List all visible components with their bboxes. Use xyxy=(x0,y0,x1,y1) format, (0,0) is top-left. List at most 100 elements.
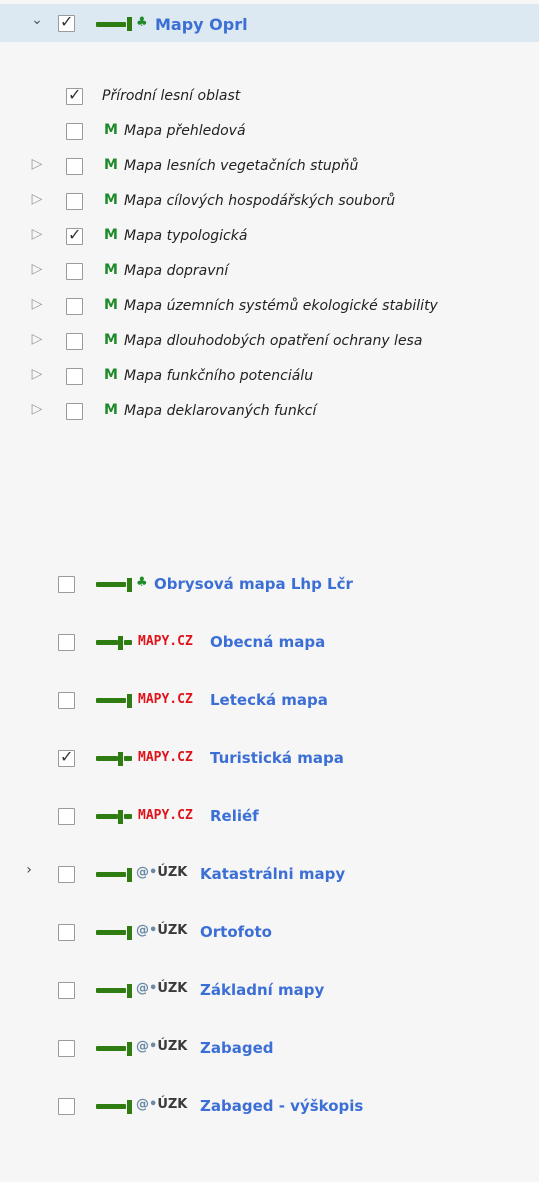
layer-checkbox[interactable] xyxy=(58,692,75,709)
layer-bar-icon xyxy=(96,756,118,761)
sublayer-checkbox[interactable] xyxy=(66,298,83,315)
layer-checkbox[interactable] xyxy=(58,1098,75,1115)
sublayer-item[interactable]: ▷ M Mapa cílových hospodářských souborů xyxy=(0,187,539,223)
check-icon: ✓ xyxy=(60,12,74,31)
layer-bar-end-icon xyxy=(127,868,132,882)
sublayer-item[interactable]: ✓ Přírodní lesní oblast xyxy=(0,82,539,118)
layer-bar-end-icon xyxy=(118,810,123,824)
layer-item[interactable]: @•ÚZK Ortofoto xyxy=(0,914,539,950)
layer-checkbox[interactable] xyxy=(58,1040,75,1057)
sublayer-checkbox[interactable] xyxy=(66,263,83,280)
sublayer-label[interactable]: Mapa přehledová xyxy=(124,123,246,139)
layer-checkbox[interactable] xyxy=(58,808,75,825)
tree-icon: ♣ xyxy=(136,15,148,30)
sublayer-item[interactable]: ▷ M Mapa lesních vegetačních stupňů xyxy=(0,152,539,188)
expand-arrow-icon[interactable]: ▷ xyxy=(30,366,44,382)
expand-arrow-icon[interactable]: ▷ xyxy=(30,191,44,207)
map-badge-icon: M xyxy=(104,227,118,243)
expand-arrow-icon[interactable]: ▷ xyxy=(30,226,44,242)
sublayer-item[interactable]: ▷ M Mapa dlouhodobých opatření ochrany les… xyxy=(0,327,539,363)
layer-label[interactable]: Reliéf xyxy=(210,807,259,825)
cuzk-emblem-icon: @• xyxy=(136,1039,158,1054)
group-checkbox[interactable]: ✓ xyxy=(58,12,75,32)
sublayer-checkbox[interactable] xyxy=(66,333,83,350)
layer-item[interactable]: MAPY.CZ Obecná mapa xyxy=(0,624,539,660)
cuzk-logo: @•ÚZK xyxy=(136,865,188,880)
sublayer-label[interactable]: Mapa cílových hospodářských souborů xyxy=(124,193,395,209)
layer-checkbox[interactable]: ✓ xyxy=(58,747,75,767)
expand-arrow-icon[interactable]: ▷ xyxy=(30,296,44,312)
sublayer-label[interactable]: Mapa deklarovaných funkcí xyxy=(124,403,316,419)
sublayer-label[interactable]: Mapa typologická xyxy=(124,228,247,244)
group-label[interactable]: Mapy Oprl xyxy=(155,15,248,34)
sublayer-item[interactable]: ▷ M Mapa deklarovaných funkcí xyxy=(0,397,539,433)
map-badge-icon: M xyxy=(104,332,118,348)
map-badge-icon: M xyxy=(104,402,118,418)
layer-label[interactable]: Obrysová mapa Lhp Lčr xyxy=(154,575,353,593)
check-icon: ✓ xyxy=(68,225,82,244)
layer-label[interactable]: Turistická mapa xyxy=(210,749,344,767)
layer-bar-end-icon xyxy=(127,926,132,940)
layer-item[interactable]: ✓ MAPY.CZ Turistická mapa xyxy=(0,740,539,776)
sublayer-label[interactable]: Mapa funkčního potenciálu xyxy=(124,368,313,384)
sublayer-checkbox[interactable] xyxy=(66,158,83,175)
layer-item[interactable]: MAPY.CZ Reliéf xyxy=(0,798,539,834)
cuzk-emblem-icon: @• xyxy=(136,981,158,996)
layer-label[interactable]: Ortofoto xyxy=(200,923,272,941)
layer-checkbox[interactable] xyxy=(58,982,75,999)
layer-group-mapy-oprl[interactable]: ⌄ ✓ ♣ Mapy Oprl xyxy=(0,4,539,42)
cuzk-logo: @•ÚZK xyxy=(136,923,188,938)
sublayer-label[interactable]: Mapa dopravní xyxy=(124,263,228,279)
layer-checkbox[interactable] xyxy=(58,866,75,883)
layer-checkbox[interactable] xyxy=(58,634,75,651)
sublayer-item[interactable]: ▷ ✓ M Mapa typologická xyxy=(0,222,539,258)
sublayer-checkbox[interactable] xyxy=(66,368,83,385)
chevron-right-icon[interactable]: › xyxy=(22,862,36,878)
sublayer-label[interactable]: Mapa dlouhodobých opatření ochrany lesa xyxy=(124,333,422,349)
layer-bar-end-icon xyxy=(118,636,123,650)
mapy-cz-logo: MAPY.CZ xyxy=(138,692,193,707)
mapy-cz-logo: MAPY.CZ xyxy=(138,808,193,823)
expand-arrow-icon[interactable]: ▷ xyxy=(30,261,44,277)
layer-checkbox[interactable] xyxy=(58,924,75,941)
layer-label[interactable]: Obecná mapa xyxy=(210,633,325,651)
sublayer-checkbox[interactable] xyxy=(66,403,83,420)
layer-bar-end-icon xyxy=(118,752,123,766)
sublayer-checkbox[interactable] xyxy=(66,123,83,140)
layer-label[interactable]: Zabaged - výškopis xyxy=(200,1097,363,1115)
sublayer-item[interactable]: ▷ M Mapa územních systémů ekologické stabi… xyxy=(0,292,539,328)
layer-item[interactable]: @•ÚZK Zabaged - výškopis xyxy=(0,1088,539,1124)
sublayer-item[interactable]: ▷ M Mapa dopravní xyxy=(0,257,539,293)
layer-bar-end-icon xyxy=(127,578,132,592)
layer-item[interactable]: @•ÚZK Základní mapy xyxy=(0,972,539,1008)
sublayer-checkbox[interactable] xyxy=(66,193,83,210)
expand-arrow-icon[interactable]: ▷ xyxy=(30,331,44,347)
sublayer-label[interactable]: Přírodní lesní oblast xyxy=(102,88,240,104)
sublayer-label[interactable]: Mapa územních systémů ekologické stabili… xyxy=(124,298,438,314)
layer-label[interactable]: Zabaged xyxy=(200,1039,274,1057)
sublayer-checkbox[interactable]: ✓ xyxy=(66,85,83,105)
layer-item[interactable]: MAPY.CZ Letecká mapa xyxy=(0,682,539,718)
layer-checkbox[interactable] xyxy=(58,576,75,593)
sublayer-checkbox[interactable]: ✓ xyxy=(66,225,83,245)
layer-bar-tail-icon xyxy=(124,756,132,761)
sublayer-label[interactable]: Mapa lesních vegetačních stupňů xyxy=(124,158,358,174)
layer-bar-end-icon xyxy=(127,1100,132,1114)
cuzk-emblem-icon: @• xyxy=(136,923,158,938)
sublayer-item[interactable]: M Mapa přehledová xyxy=(0,117,539,153)
expand-arrow-icon[interactable]: ▷ xyxy=(30,156,44,172)
map-badge-icon: M xyxy=(104,367,118,383)
layer-bar-icon xyxy=(96,1104,126,1109)
layer-label[interactable]: Letecká mapa xyxy=(210,691,328,709)
layer-label[interactable]: Katastrálni mapy xyxy=(200,865,345,883)
tree-icon: ♣ xyxy=(136,575,148,590)
layer-bar-icon xyxy=(96,640,118,645)
expand-arrow-icon[interactable]: ▷ xyxy=(30,401,44,417)
chevron-down-icon[interactable]: ⌄ xyxy=(30,12,44,28)
layer-label[interactable]: Základní mapy xyxy=(200,981,324,999)
layer-item[interactable]: › @•ÚZK Katastrálni mapy xyxy=(0,856,539,892)
sublayer-item[interactable]: ▷ M Mapa funkčního potenciálu xyxy=(0,362,539,398)
layer-item[interactable]: ♣ Obrysová mapa Lhp Lčr xyxy=(0,566,539,602)
layer-item[interactable]: @•ÚZK Zabaged xyxy=(0,1030,539,1066)
layer-bar-icon xyxy=(96,872,126,877)
